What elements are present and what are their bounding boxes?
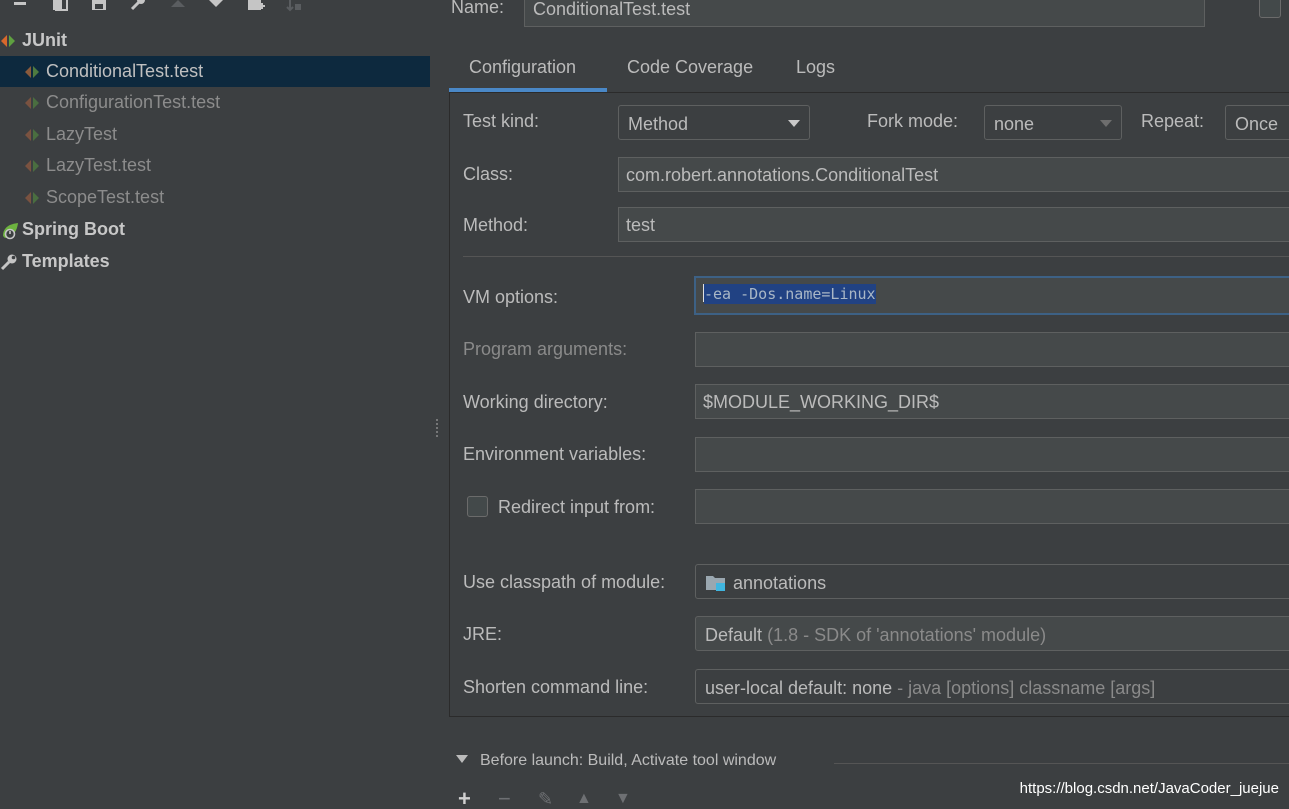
method-label: Method: [463, 215, 529, 235]
module-folder-icon [705, 574, 727, 592]
junit-icon [1, 35, 15, 47]
sort-icon[interactable] [283, 0, 305, 14]
junit-test-icon [25, 97, 39, 109]
edit-icon[interactable]: ✎ [538, 788, 553, 809]
watermark-url: https://blog.csdn.net/JavaCoder_juejue [1019, 780, 1279, 797]
tree-toolbar [0, 0, 330, 16]
move-up-icon[interactable] [167, 0, 189, 14]
jre-label: JRE: [463, 624, 503, 644]
spring-boot-icon [3, 223, 18, 240]
remove-icon[interactable]: − [498, 788, 511, 809]
run-config-editor: Name: ConditionalTest.test Configuration… [440, 0, 1289, 809]
tree-group-templates[interactable]: Templates [0, 246, 430, 277]
config-tabs: Configuration Code Coverage Logs [449, 48, 1289, 92]
name-field[interactable]: ConditionalTest.test [524, 0, 1205, 27]
fork-mode-label: Fork mode: [867, 111, 959, 131]
test-kind-dropdown[interactable]: Method [618, 105, 810, 140]
tree-group-label: JUnit [22, 30, 67, 50]
tree-group-label: Templates [22, 251, 110, 271]
wrench-icon [0, 254, 17, 271]
tree-item-lazytest[interactable]: LazyTest [0, 119, 430, 150]
move-up-icon[interactable]: ▲ [576, 788, 592, 809]
remove-icon[interactable] [9, 0, 31, 14]
method-field[interactable]: test [618, 207, 1289, 242]
shorten-command-line-detail: - java [options] classname [args] [897, 678, 1156, 698]
test-kind-label: Test kind: [463, 111, 540, 131]
tree-group-spring-boot[interactable]: Spring Boot [0, 214, 430, 245]
environment-variables-label: Environment variables: [463, 444, 647, 464]
test-kind-value: Method [628, 114, 689, 134]
vm-options-field[interactable]: -ea -Dos.name=Linux [694, 276, 1289, 315]
add-icon[interactable]: + [458, 788, 471, 809]
before-launch-divider [834, 763, 1289, 764]
junit-test-icon [25, 129, 39, 141]
chevron-down-icon [788, 120, 800, 127]
vm-options-value: -ea -Dos.name=Linux [704, 284, 876, 304]
classpath-module-dropdown[interactable]: annotations [695, 564, 1289, 599]
copy-icon[interactable] [49, 0, 71, 14]
tree-group-junit[interactable]: JUnit [0, 25, 430, 56]
tab-code-coverage[interactable]: Code Coverage [627, 48, 753, 92]
tree-item-label: ConfigurationTest.test [46, 92, 221, 112]
redirect-input-checkbox[interactable] [467, 496, 488, 517]
jre-value: Default [705, 625, 763, 645]
tree-item-conditionaltest[interactable]: ConditionalTest.test [0, 56, 430, 87]
tree-item-scopetest[interactable]: ScopeTest.test [0, 182, 430, 213]
jre-detail: (1.8 - SDK of 'annotations' module) [767, 625, 1047, 645]
shorten-command-line-dropdown[interactable]: user-local default: none - java [options… [695, 669, 1289, 704]
tab-configuration[interactable]: Configuration [449, 48, 607, 92]
program-arguments-field[interactable] [695, 332, 1289, 367]
before-launch-header[interactable]: Before launch: Build, Activate tool wind… [456, 752, 776, 770]
tab-logs[interactable]: Logs [796, 48, 835, 92]
tree-group-label: Spring Boot [22, 219, 125, 239]
repeat-dropdown[interactable]: Once [1225, 105, 1289, 140]
junit-test-icon [25, 160, 39, 172]
redirect-input-label: Redirect input from: [498, 497, 656, 517]
repeat-value: Once [1235, 114, 1279, 134]
chevron-down-icon [1100, 120, 1112, 127]
classpath-module-label: Use classpath of module: [463, 572, 666, 592]
save-icon[interactable] [88, 0, 110, 14]
shorten-command-line-value: user-local default: none [705, 678, 893, 698]
working-directory-label: Working directory: [463, 392, 608, 412]
section-divider [463, 256, 1289, 257]
before-launch-toolbar: + − ✎ ▲ ▼ [458, 788, 658, 809]
tree-item-configurationtest[interactable]: ConfigurationTest.test [0, 87, 430, 118]
environment-variables-field[interactable] [695, 437, 1289, 472]
junit-test-icon [25, 192, 39, 204]
tree-item-label: LazyTest [46, 124, 118, 144]
collapse-triangle-icon [456, 755, 468, 763]
junit-test-icon [25, 66, 39, 78]
move-down-icon[interactable]: ▼ [615, 788, 631, 809]
add-folder-icon[interactable] [245, 0, 267, 14]
name-label: Name: [451, 0, 505, 17]
share-checkbox[interactable] [1259, 0, 1281, 18]
classpath-module-value: annotations [733, 573, 827, 593]
tree-item-label: LazyTest.test [46, 155, 152, 175]
fork-mode-dropdown[interactable]: none [984, 105, 1122, 140]
jre-dropdown[interactable]: Default (1.8 - SDK of 'annotations' modu… [695, 616, 1289, 651]
wrench-icon[interactable] [127, 0, 149, 14]
configuration-panel: Test kind: Method Fork mode: none Repeat… [449, 92, 1289, 717]
shorten-command-line-label: Shorten command line: [463, 677, 649, 697]
tree-item-lazytest-test[interactable]: LazyTest.test [0, 150, 430, 181]
program-arguments-label: Program arguments: [463, 339, 628, 359]
run-config-tree-panel: JUnit ConditionalTest.test Configuration… [0, 0, 438, 809]
redirect-input-field[interactable] [695, 489, 1289, 524]
tree-item-label: ScopeTest.test [46, 187, 165, 207]
fork-mode-value: none [994, 114, 1035, 134]
class-label: Class: [463, 164, 514, 184]
vm-options-label: VM options: [463, 287, 559, 307]
working-directory-field[interactable]: $MODULE_WORKING_DIR$ [695, 384, 1289, 419]
tree-item-label: ConditionalTest.test [46, 61, 204, 81]
class-field[interactable]: com.robert.annotations.ConditionalTest [618, 157, 1289, 192]
repeat-label: Repeat: [1141, 111, 1205, 131]
move-down-icon[interactable] [205, 0, 227, 14]
before-launch-label: Before launch: Build, Activate tool wind… [480, 752, 777, 769]
